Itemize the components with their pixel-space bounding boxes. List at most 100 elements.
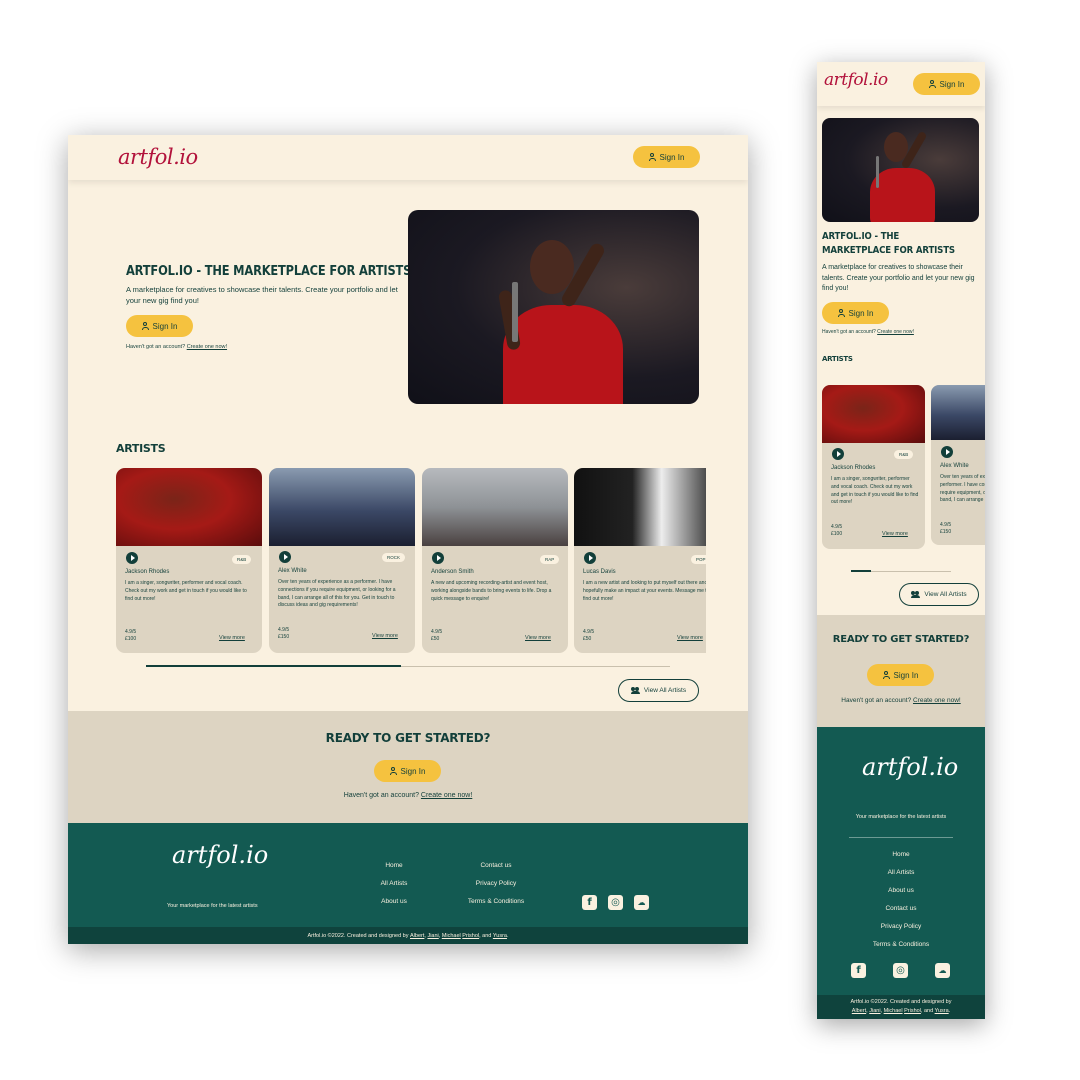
artist-card[interactable]: Alex White Over ten years of experience … xyxy=(931,385,985,545)
artist-price: £50 xyxy=(431,636,440,642)
footer-link-terms[interactable]: Terms & Conditions xyxy=(817,941,985,948)
cta-signin-button[interactable]: Sign In xyxy=(867,664,934,686)
artist-description: A new and upcoming recording-artist and … xyxy=(431,580,552,602)
soundcloud-icon[interactable]: ☁ xyxy=(634,895,649,910)
instagram-icon[interactable]: ◎ xyxy=(608,895,623,910)
artist-photo xyxy=(931,385,985,440)
cta-signin-button[interactable]: Sign In xyxy=(374,760,441,782)
author-link[interactable]: Albert xyxy=(410,933,424,939)
footer-logo[interactable]: artfol.io xyxy=(862,753,958,781)
author-link[interactable]: Prishol xyxy=(904,1008,921,1014)
author-link[interactable]: Albert xyxy=(852,1008,866,1014)
copyright-bar: Artfol.io ©2022. Created and designed by… xyxy=(817,995,985,1019)
artist-card[interactable]: R&B Jackson Rhodes I am a singer, songwr… xyxy=(822,385,925,549)
hero-account-note: Haven't got an account? Create one now! xyxy=(126,344,227,350)
facebook-icon[interactable]: f xyxy=(851,963,866,978)
play-icon[interactable] xyxy=(126,552,138,564)
author-link[interactable]: Yusra xyxy=(493,933,507,939)
play-icon[interactable] xyxy=(279,551,291,563)
view-all-artists-button[interactable]: View All Artists xyxy=(618,679,699,702)
facebook-icon[interactable]: f xyxy=(582,895,597,910)
play-icon[interactable] xyxy=(584,552,596,564)
cta-section: READY TO GET STARTED? Sign In Haven't go… xyxy=(817,615,985,727)
author-link[interactable]: Jiani xyxy=(427,933,438,939)
footer-tagline: Your marketplace for the latest artists xyxy=(855,814,947,820)
footer-link-all-artists[interactable]: All Artists xyxy=(364,880,424,887)
carousel-scroll-thumb[interactable] xyxy=(146,665,401,667)
artist-name: Alex White xyxy=(940,463,969,469)
view-more-link[interactable]: View more xyxy=(677,635,703,641)
footer-link-terms[interactable]: Terms & Conditions xyxy=(451,898,541,905)
artist-price: £100 xyxy=(831,531,843,537)
footer-link-all-artists[interactable]: All Artists xyxy=(817,869,985,876)
artist-card[interactable]: ROCK Alex White Over ten years of experi… xyxy=(269,468,415,653)
author-link[interactable]: Yusra xyxy=(935,1008,949,1014)
create-account-link[interactable]: Create one now! xyxy=(877,329,914,335)
view-more-link[interactable]: View more xyxy=(219,635,245,641)
header-signin-button[interactable]: Sign In xyxy=(913,73,980,95)
no-account-text: Haven't got an account? xyxy=(126,344,186,350)
users-icon xyxy=(911,591,921,598)
mobile-page: artfol.io Sign In ARTFOL.IO - THE MARKET… xyxy=(817,62,985,1019)
view-more-link[interactable]: View more xyxy=(372,633,398,639)
site-logo[interactable]: artfol.io xyxy=(118,145,198,169)
artist-card[interactable]: POP Lucas Davis I am a new artist and lo… xyxy=(574,468,706,653)
artist-description: I am a singer, songwriter, performer and… xyxy=(125,580,247,602)
mobile-header: artfol.io Sign In xyxy=(817,62,985,106)
play-icon[interactable] xyxy=(941,446,953,458)
footer-link-home[interactable]: Home xyxy=(364,862,424,869)
artist-description: I am a new artist and looking to put mys… xyxy=(583,580,706,602)
hero-text: A marketplace for creatives to showcase … xyxy=(822,264,975,292)
footer-link-about[interactable]: About us xyxy=(364,898,424,905)
author-link[interactable]: Michael xyxy=(884,1008,903,1014)
play-icon[interactable] xyxy=(432,552,444,564)
footer-link-privacy[interactable]: Privacy Policy xyxy=(817,923,985,930)
no-account-text: Haven't got an account? xyxy=(822,329,876,335)
hero-photo xyxy=(822,118,979,222)
signin-label: Sign In xyxy=(152,321,178,331)
hero-signin-button[interactable]: Sign In xyxy=(126,315,193,337)
artist-name: Jackson Rhodes xyxy=(125,569,170,575)
artist-photo xyxy=(822,385,925,443)
artist-name: Alex White xyxy=(278,568,307,574)
user-icon xyxy=(837,309,845,317)
author-link[interactable]: Prishol xyxy=(462,933,479,939)
instagram-icon[interactable]: ◎ xyxy=(893,963,908,978)
cta-title: READY TO GET STARTED? xyxy=(325,731,491,745)
genre-badge: POP xyxy=(691,555,706,564)
view-all-label: View All Artists xyxy=(924,591,967,598)
create-account-link[interactable]: Create one now! xyxy=(421,792,472,799)
footer-link-contact[interactable]: Contact us xyxy=(817,905,985,912)
footer-link-contact[interactable]: Contact us xyxy=(456,862,536,869)
artist-card[interactable]: RAP Anderson Smith A new and upcoming re… xyxy=(422,468,568,653)
footer-logo[interactable]: artfol.io xyxy=(172,841,268,869)
header-signin-button[interactable]: Sign In xyxy=(633,146,700,168)
site-logo[interactable]: artfol.io xyxy=(824,70,888,90)
artist-photo xyxy=(269,468,415,546)
view-more-link[interactable]: View more xyxy=(525,635,551,641)
view-all-artists-button[interactable]: View All Artists xyxy=(899,583,979,606)
carousel-scroll-thumb[interactable] xyxy=(851,570,871,572)
footer-link-about[interactable]: About us xyxy=(817,887,985,894)
play-icon[interactable] xyxy=(832,448,844,460)
artist-rating: 4.9/5 xyxy=(278,627,290,633)
create-account-link[interactable]: Create one now! xyxy=(913,697,961,704)
author-link[interactable]: Michael xyxy=(442,933,461,939)
signin-label: Sign In xyxy=(659,152,685,162)
create-account-link[interactable]: Create one now! xyxy=(187,344,227,350)
genre-badge: ROCK xyxy=(382,553,406,562)
artist-price: £50 xyxy=(583,636,592,642)
hero-signin-button[interactable]: Sign In xyxy=(822,302,889,324)
user-icon xyxy=(928,80,936,88)
view-more-link[interactable]: View more xyxy=(882,531,908,537)
soundcloud-icon[interactable]: ☁ xyxy=(935,963,950,978)
footer-tagline: Your marketplace for the latest artists xyxy=(167,903,258,909)
footer-link-privacy[interactable]: Privacy Policy xyxy=(456,880,536,887)
user-icon xyxy=(141,322,149,330)
hero-account-note: Haven't got an account? Create one now! xyxy=(822,329,914,335)
site-footer: artfol.io Your marketplace for the lates… xyxy=(817,727,985,995)
footer-link-home[interactable]: Home xyxy=(817,851,985,858)
artist-photo xyxy=(574,468,706,546)
artist-card[interactable]: R&B Jackson Rhodes I am a singer, songwr… xyxy=(116,468,262,653)
author-link[interactable]: Jiani xyxy=(869,1008,880,1014)
